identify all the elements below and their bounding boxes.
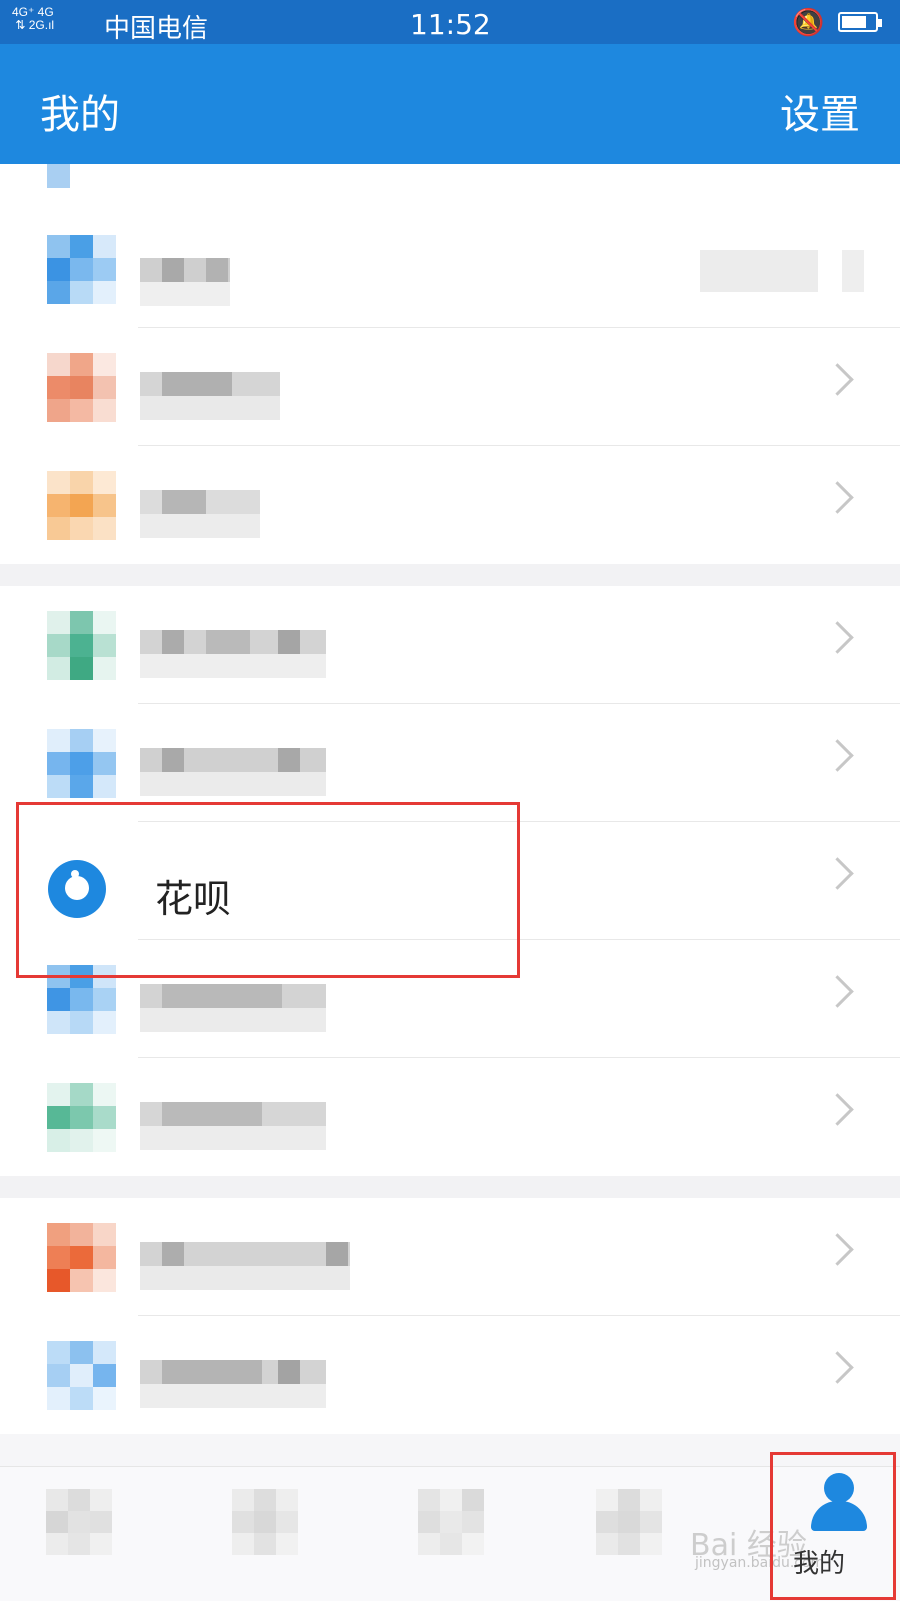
list-item-partial[interactable]: [0, 164, 900, 192]
highlight-box: [16, 802, 520, 978]
section-divider: [0, 1176, 900, 1198]
blurred-text: [140, 620, 330, 678]
blurred-text: [140, 480, 330, 538]
tab-item[interactable]: [596, 1489, 666, 1589]
blurred-icon: [47, 1341, 117, 1411]
blurred-icon: [47, 611, 117, 681]
settings-button[interactable]: 设置: [780, 82, 860, 140]
status-bar: 4G⁺ 4G ⇅ 2G.ıl 中国电信 11:52 🔕: [0, 0, 900, 44]
section-divider: [0, 1434, 900, 1466]
list-item[interactable]: [0, 210, 900, 328]
blurred-text: [140, 1092, 330, 1150]
tab-item[interactable]: [232, 1489, 302, 1589]
blurred-icon: [47, 471, 117, 541]
list-item[interactable]: [0, 1058, 900, 1176]
list-item[interactable]: [0, 1198, 900, 1316]
blurred-value: [700, 250, 818, 292]
blurred-value: [842, 250, 864, 292]
chevron-right-icon: [821, 1093, 854, 1126]
app-header: 我的 设置: [0, 44, 900, 164]
blurred-icon: [47, 353, 117, 423]
person-icon: [824, 1473, 854, 1503]
blurred-icon: [47, 164, 70, 188]
battery-icon: [838, 12, 882, 32]
blurred-text: [140, 362, 330, 420]
tab-mine-label: 我的: [793, 1549, 846, 1579]
blurred-text: [140, 1350, 330, 1408]
list-item[interactable]: [0, 586, 900, 704]
section-divider: [0, 564, 900, 586]
blurred-text: [140, 1232, 350, 1290]
carrier-name: 中国电信: [104, 14, 209, 44]
blurred-text: [140, 974, 330, 1032]
chevron-right-icon: [821, 621, 854, 654]
chevron-right-icon: [821, 1233, 854, 1266]
chevron-right-icon: [821, 363, 854, 396]
blurred-icon: [47, 235, 117, 305]
person-icon-body: [811, 1501, 867, 1531]
chevron-right-icon: [821, 857, 854, 890]
blurred-icon: [47, 1083, 117, 1153]
chevron-right-icon: [821, 975, 854, 1008]
list-item[interactable]: [0, 328, 900, 446]
blurred-icon: [47, 1223, 117, 1293]
bell-muted-icon: 🔕: [792, 8, 825, 38]
blurred-text: [140, 244, 330, 306]
tab-item[interactable]: [46, 1489, 116, 1589]
signal-icon: 4G⁺ 4G ⇅ 2G.ıl: [12, 5, 55, 32]
tab-item[interactable]: [418, 1489, 488, 1589]
tab-mine[interactable]: 我的: [770, 1452, 896, 1600]
list-item[interactable]: [0, 446, 900, 564]
blurred-icon: [47, 729, 117, 799]
chevron-right-icon: [821, 1351, 854, 1384]
list-item[interactable]: [0, 1316, 900, 1434]
chevron-right-icon: [821, 481, 854, 514]
status-time: 11:52: [410, 8, 491, 41]
chevron-right-icon: [821, 739, 854, 772]
blurred-text: [140, 738, 330, 796]
page-title: 我的: [40, 92, 120, 138]
